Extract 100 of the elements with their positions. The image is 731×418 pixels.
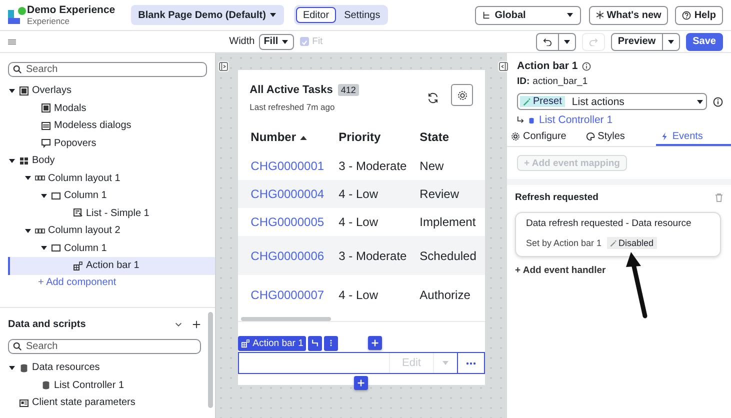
add-component-link[interactable]: + Add component [38, 276, 116, 288]
tree-item[interactable]: List - Simple 1 [8, 204, 207, 222]
lightning-icon [660, 132, 670, 141]
add-event-handler-link[interactable]: + Add event handler [515, 265, 723, 276]
search-icon [13, 65, 22, 74]
preset-tag: Preset [520, 96, 565, 107]
scrollbar[interactable] [240, 317, 331, 321]
table-cell-text: 4 - Low [338, 215, 380, 229]
caret-icon [40, 244, 48, 252]
count-badge: 412 [338, 84, 359, 96]
chevron-icon[interactable] [174, 320, 183, 329]
add-button[interactable] [354, 376, 368, 390]
scope-select[interactable]: Global [474, 6, 581, 24]
plus-icon [357, 379, 366, 387]
column-header[interactable]: State [420, 130, 485, 144]
search-field[interactable]: Search [8, 62, 207, 77]
search-icon [13, 342, 22, 351]
add-button[interactable] [368, 336, 382, 350]
list-title: All Active Tasks [250, 84, 333, 96]
plus-icon [371, 339, 380, 347]
tree-item[interactable]: Popovers [8, 134, 207, 152]
controller-link[interactable]: List Controller 1 [539, 114, 613, 126]
preview-menu-button[interactable] [662, 32, 680, 50]
palette-icon [586, 132, 595, 141]
database-icon [528, 116, 535, 124]
event-card[interactable]: Data refresh requested - Data resource Set by Action bar 1 Disabled [515, 212, 721, 257]
column-header[interactable]: Priority [338, 130, 420, 144]
list-icon [73, 208, 83, 218]
tree-item[interactable]: Column layout 1 [8, 170, 207, 187]
save-button[interactable]: Save [686, 32, 723, 50]
tree-item[interactable]: Column 1 [8, 240, 207, 257]
tree-item[interactable]: Data resources [8, 359, 201, 376]
link-arrow-icon [517, 116, 524, 124]
preset-select[interactable]: Preset List actions [517, 93, 707, 110]
record-link[interactable]: CHG0000004 [250, 187, 339, 201]
record-link[interactable]: CHG0000005 [250, 215, 339, 229]
window-icon [19, 86, 29, 96]
dialog-icon [41, 120, 51, 131]
caret-icon [566, 11, 574, 19]
kebab-icon [330, 339, 332, 347]
caret-icon [8, 364, 16, 372]
fit-label: Fit [312, 36, 323, 47]
settings-button[interactable] [451, 84, 473, 106]
undo-button[interactable] [536, 32, 559, 50]
column-header[interactable]: Number [250, 130, 339, 144]
record-link[interactable]: CHG0000001 [250, 159, 339, 173]
tree-item[interactable]: List Controller 1 [8, 376, 201, 394]
table-cell-text: Review [420, 187, 460, 201]
plus-icon[interactable] [192, 320, 201, 329]
undo-icon [542, 37, 552, 46]
tree-item[interactable]: Column layout 2 [8, 222, 207, 240]
ellipsis-icon [466, 362, 476, 364]
settings-icon [511, 132, 520, 141]
mode-tab[interactable]: Settings [338, 7, 386, 23]
id-label: ID: [517, 76, 530, 87]
database-icon [19, 362, 29, 373]
width-select[interactable]: Fill [258, 34, 294, 50]
tab[interactable]: Events [656, 129, 731, 146]
help-button[interactable]: Help [675, 6, 723, 24]
caret-icon [441, 359, 450, 367]
columns-icon [35, 226, 45, 236]
tree-item[interactable]: Client state parameters [8, 394, 201, 412]
info-icon [582, 62, 591, 70]
caret-icon [696, 98, 704, 106]
page-select[interactable]: Blank Page Demo (Default) [131, 5, 284, 25]
tree-item[interactable]: Body [8, 152, 207, 170]
component-tag[interactable]: Action bar 1 [238, 336, 306, 350]
app-name: Demo Experience [27, 4, 116, 16]
table-cell-text: Scheduled [420, 248, 478, 262]
tree-item[interactable]: Column 1 [8, 187, 207, 204]
panel-toggle-icon[interactable] [218, 61, 229, 72]
settings-icon [456, 90, 468, 100]
undo-menu-button[interactable] [558, 32, 576, 50]
id-value: action_bar_1 [532, 76, 588, 87]
caret-icon [24, 174, 32, 182]
more-button[interactable] [324, 336, 338, 350]
caret-icon [268, 11, 277, 19]
tree-item[interactable]: Action bar 1 [8, 257, 215, 274]
tree-item[interactable]: Modeless dialogs [8, 117, 207, 134]
menu-icon[interactable] [8, 38, 16, 44]
help-icon [682, 10, 692, 20]
record-link[interactable]: CHG0000006 [250, 248, 339, 262]
width-label: Width [229, 36, 255, 47]
last-refreshed-text: Last refreshed 7m ago [250, 102, 336, 112]
record-link[interactable]: CHG0000007 [250, 288, 339, 302]
whats-new-button[interactable]: What's new [588, 6, 668, 24]
scrollbar[interactable] [208, 312, 213, 408]
panel-toggle-icon[interactable] [498, 61, 509, 72]
search-field[interactable]: Search [8, 339, 201, 354]
blocks-icon [240, 338, 250, 348]
mode-tab[interactable]: Editor [296, 7, 336, 23]
connect-button[interactable] [308, 336, 322, 350]
refresh-icon[interactable] [427, 92, 439, 104]
tree-item[interactable]: Overlays [8, 82, 207, 100]
status-badge: Disabled [606, 237, 657, 249]
tree-item[interactable]: Modals [8, 100, 207, 117]
columns-icon [35, 173, 45, 184]
section-title: Data and scripts [8, 319, 87, 330]
caret-icon [40, 192, 48, 200]
preview-button[interactable]: Preview [610, 32, 663, 50]
